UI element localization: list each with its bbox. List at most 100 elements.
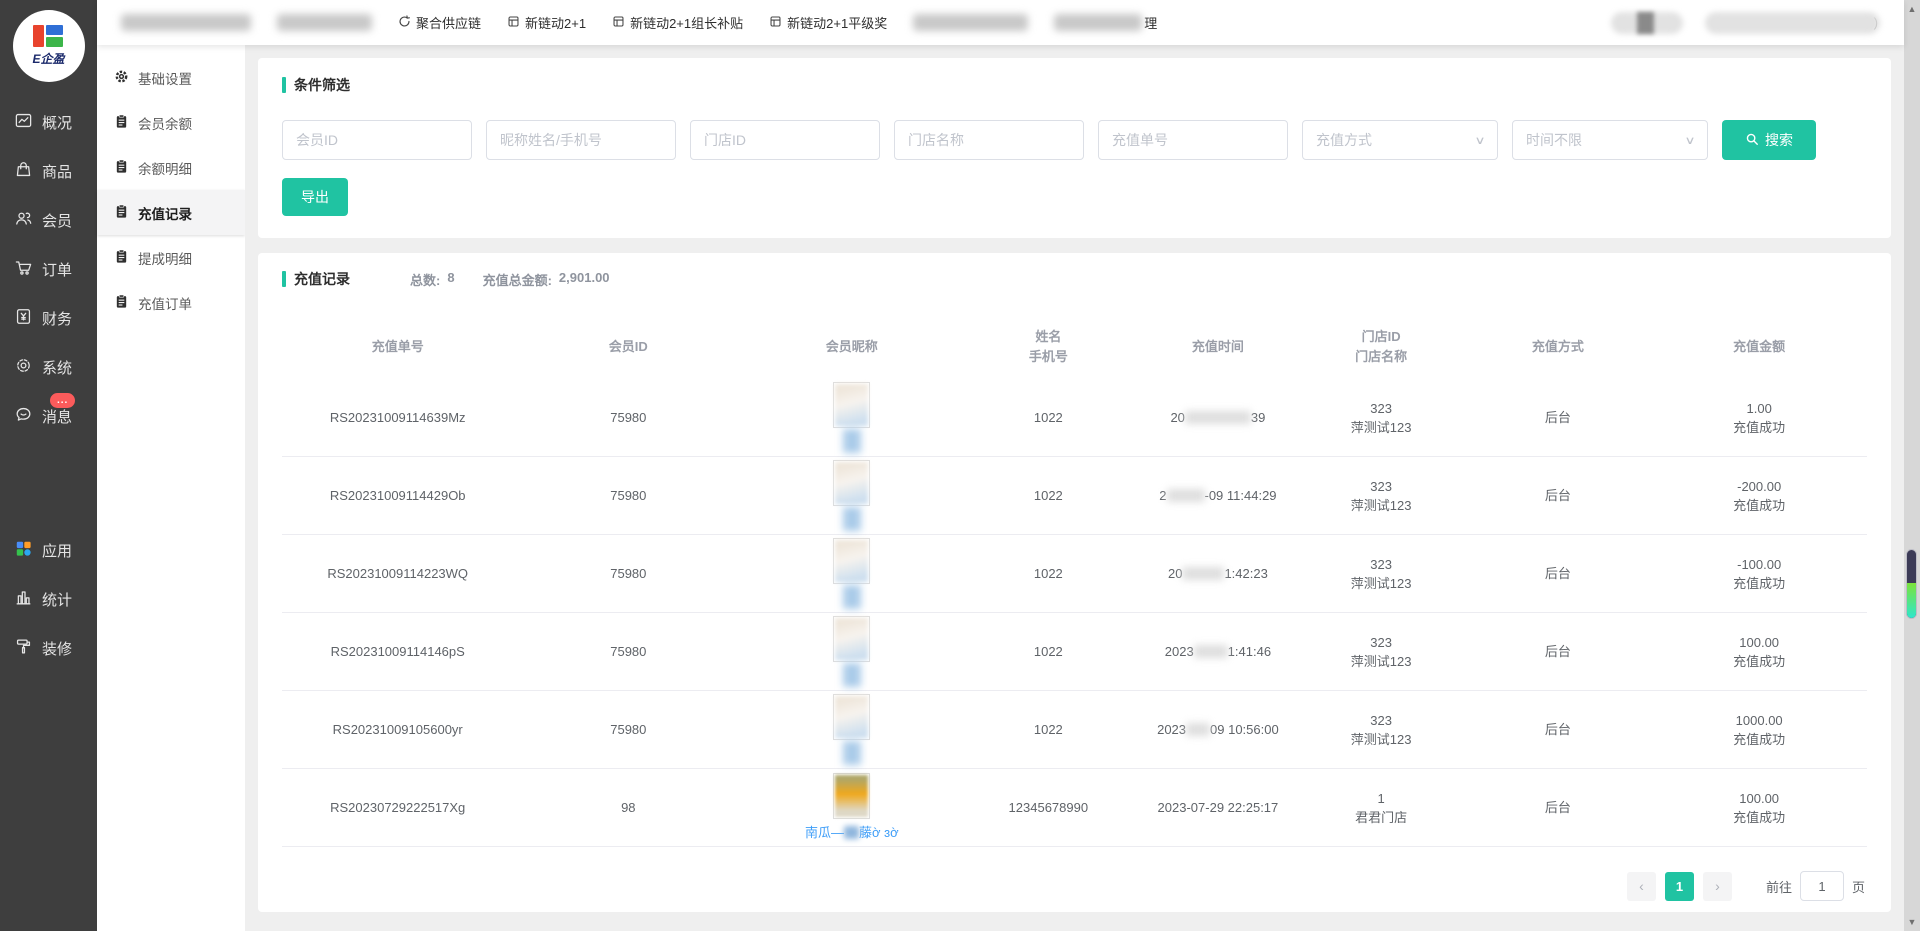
sidebar-nav: 概况 商品 会员 订单 财务 系统 消息 ... 应用 统计 装修 [0,98,97,673]
sidebar-item-finance[interactable]: 财务 [0,294,97,343]
store-cell: 323萍测试123 [1300,711,1463,749]
sidebar-item-order[interactable]: 订单 [0,245,97,294]
finance-icon [14,307,33,330]
blurred-tab-1[interactable] [121,14,251,31]
blurred-text [1185,411,1251,424]
filter-fields-row: 充值方式 ∨ 时间不限 ∨ 搜索 [282,120,1867,160]
sidebar-item-label: 系统 [42,357,72,378]
recharge-time: 201:42:23 [1168,566,1268,581]
blurred-tab-3[interactable] [913,14,1028,31]
blurred-text [277,14,372,31]
stat-label: 充值总金额: [483,270,552,289]
user-avatar[interactable] [1611,12,1683,34]
tab-xinliandong-pingji[interactable]: 新链动2+1平级奖 [769,13,887,32]
submenu-item-label: 基础设置 [138,68,192,88]
column-header: 充值金额 [1653,337,1865,357]
table-row: RS20231009114146pS 75980 1022 20231:41:4… [282,613,1867,691]
recharge-time: 2-09 11:44:29 [1159,488,1276,503]
submenu-item-label: 会员余额 [138,113,192,133]
sidebar-item-goods[interactable]: 商品 [0,147,97,196]
member-avatar [833,694,870,740]
recharge-time: 20231:41:46 [1165,644,1271,659]
member-avatar-cell [743,616,960,687]
page-scrollbar[interactable]: ▲ ▼ [1904,0,1920,931]
sidebar-item-label: 装修 [42,638,72,659]
section-accent-bar [282,271,286,287]
submenu-item-commission-detail[interactable]: 提成明细 [97,235,245,280]
blurred-text [844,826,859,839]
submenu-item-recharge-record[interactable]: 充值记录 [97,190,245,235]
records-section-title: 充值记录 [282,269,350,289]
recharge-no-input[interactable] [1098,120,1288,160]
sidebar-item-stats[interactable]: 统计 [0,575,97,624]
blurred-tab-2[interactable] [277,14,372,31]
table-header-row: 充值单号会员ID会员昵称姓名手机号充值时间门店ID门店名称充值方式充值金额 [282,315,1867,379]
apps-icon [14,539,33,562]
recharge-order-no: RS20230729222517Xg [282,798,513,817]
next-page-button[interactable]: › [1703,872,1732,901]
table-row: RS20231009114639Mz 75980 1022 2039 323萍测… [282,379,1867,457]
blurred-tab-4[interactable]: 理 [1054,13,1157,32]
tab-juhe-gongyinglian[interactable]: 聚合供应链 [398,13,481,32]
member-avatar-cell [743,382,960,453]
refresh-icon [398,15,411,31]
scrollbar-thumb[interactable] [1906,549,1917,619]
submenu-item-balance-detail[interactable]: 余额明细 [97,145,245,190]
doc-icon [507,15,520,31]
export-button[interactable]: 导出 [282,178,348,216]
member-id-input[interactable] [282,120,472,160]
sidebar-item-label: 会员 [42,210,72,231]
store-id-input[interactable] [690,120,880,160]
recharge-method: 后台 [1463,798,1653,817]
scrollbar-up-arrow-icon[interactable]: ▲ [1904,4,1920,14]
sidebar-item-apps[interactable]: 应用 [0,526,97,575]
clipboard-icon [114,114,129,132]
submenu-item-basic-settings[interactable]: 基础设置 [97,55,245,100]
member-name-phone: 1022 [960,720,1136,739]
time-range-select[interactable]: 时间不限 ∨ [1512,120,1708,160]
search-button[interactable]: 搜索 [1722,120,1816,160]
system-icon [14,356,33,379]
tab-xinliandong-2plus1[interactable]: 新链动2+1 [507,13,586,32]
stats-icon [14,588,33,611]
tab-xinliandong-zuzhang[interactable]: 新链动2+1组长补贴 [612,13,743,32]
prev-page-button[interactable]: ‹ [1627,872,1656,901]
recharge-time: 2023-07-29 22:25:17 [1158,800,1279,815]
goto-page-input[interactable] [1800,871,1844,901]
sidebar-item-overview[interactable]: 概况 [0,98,97,147]
store-name-input[interactable] [894,120,1084,160]
user-account[interactable]: ) [1705,12,1878,34]
stat-label: 总数: [410,270,440,289]
secondary-sidebar: 基础设置 会员余额 余额明细 充值记录 提成明细 充值订单 [97,45,245,931]
submenu-item-member-balance[interactable]: 会员余额 [97,100,245,145]
member-name-phone: 1022 [960,408,1136,427]
recharge-method-select[interactable]: 充值方式 ∨ [1302,120,1498,160]
scrollbar-down-arrow-icon[interactable]: ▼ [1904,917,1920,927]
sidebar-item-design[interactable]: 装修 [0,624,97,673]
records-card: 充值记录 总数: 8 充值总金额: 2,901.00 充值单号会员ID会员昵称姓… [258,253,1891,912]
submenu-item-recharge-order[interactable]: 充值订单 [97,280,245,325]
select-value: 时间不限 [1526,130,1582,150]
blurred-text [1182,567,1224,580]
sidebar-item-system[interactable]: 系统 [0,343,97,392]
blurred-nickname [843,507,861,531]
doc-icon [769,15,782,31]
store-cell: 323萍测试123 [1300,633,1463,671]
recharge-time: 202309 10:56:00 [1157,722,1279,737]
member-avatar-cell [743,538,960,609]
sidebar-item-message[interactable]: 消息 ... [0,392,97,441]
column-header: 会员昵称 [743,337,960,357]
table-body: RS20231009114639Mz 75980 1022 2039 323萍测… [282,379,1867,847]
stat-item: 充值总金额: 2,901.00 [483,270,610,289]
sidebar-item-member[interactable]: 会员 [0,196,97,245]
stat-item: 总数: 8 [410,270,455,289]
current-page-button[interactable]: 1 [1665,872,1694,901]
member-name-phone: 12345678990 [960,798,1136,817]
column-header: 姓名手机号 [960,327,1136,367]
sidebar-item-label: 统计 [42,589,72,610]
member-nickname[interactable]: 南瓜—藤ờ ɜờ [805,823,899,842]
nickname-name-phone-input[interactable] [486,120,676,160]
tab-tail-text: 理 [1144,13,1157,32]
amount-cell: 1000.00充值成功 [1653,711,1865,749]
primary-sidebar: E企盈 概况 商品 会员 订单 财务 系统 消息 ... 应用 统计 装修 [0,0,97,931]
